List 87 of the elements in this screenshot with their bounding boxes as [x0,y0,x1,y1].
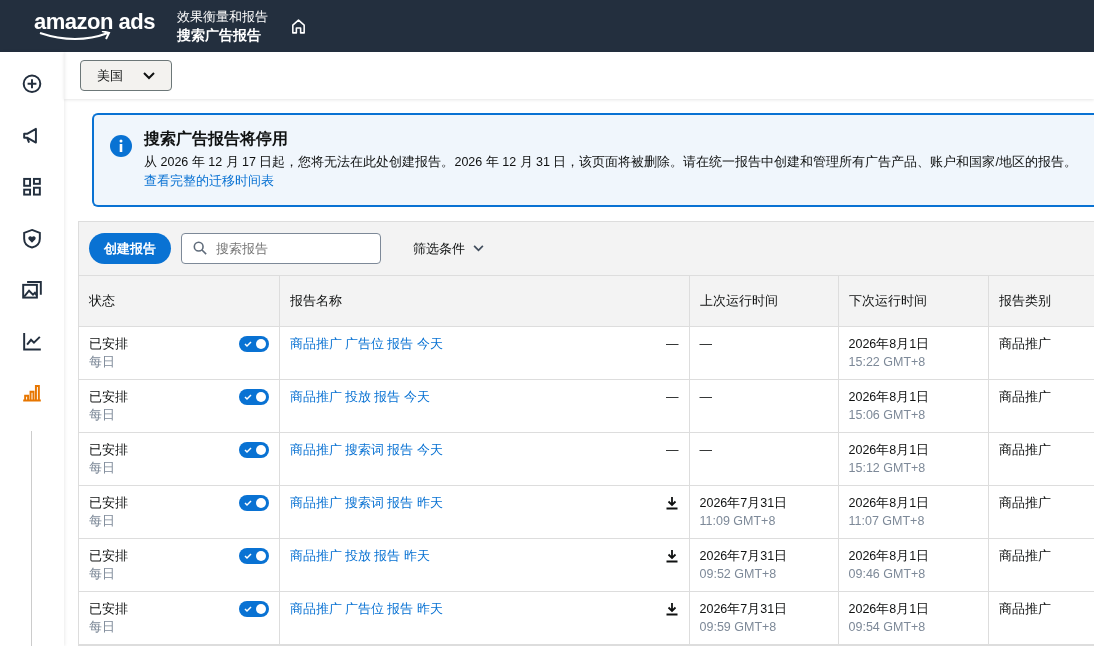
toggle-switch[interactable] [238,495,269,511]
frequency-text: 每日 [89,619,116,636]
next-run-time: 15:12 GMT+8 [848,460,927,477]
next-run-date: 2026年8月1日 [848,336,931,353]
last-run-time: 09:52 GMT+8 [699,566,778,583]
check-icon [243,446,252,454]
last-run-date: 2026年7月31日 [699,495,789,512]
report-name-link[interactable]: 商品推广 投放 报告 今天 [289,388,430,406]
check-icon [243,340,252,348]
next-run-date: 2026年8月1日 [848,389,931,406]
toggle-switch[interactable] [238,389,269,405]
home-icon[interactable] [289,17,307,35]
status-text: 已安排 [89,389,128,406]
toggle-switch[interactable] [238,442,269,458]
status-text: 已安排 [89,548,128,565]
download-icon[interactable] [664,496,679,510]
next-run-date: 2026年8月1日 [848,548,931,565]
chevron-down-icon [143,71,155,80]
frequency-text: 每日 [89,407,116,424]
page-title: 搜索广告报告 [176,27,262,43]
category-text: 商品推广 [998,390,1051,404]
images-icon[interactable] [20,278,44,302]
check-icon [243,605,252,613]
frequency-text: 每日 [89,460,116,477]
next-run-date: 2026年8月1日 [848,601,931,618]
report-name-link[interactable]: 商品推广 搜索词 报告 今天 [289,441,443,459]
next-run-time: 09:54 GMT+8 [848,619,927,636]
search-icon [193,241,207,255]
check-icon [243,393,252,401]
next-run-time: 15:22 GMT+8 [848,354,927,371]
alert-message: 从 2026 年 12 月 17 日起，您将无法在此处创建报告。2026 年 12 月 31 日，该页面将被删除。请在统一报告中创建和管理所有广告产品、账户和国家/地区的报告。 [144,154,1077,171]
timeline-link[interactable]: 查看完整的迁移时间表 [144,173,1077,189]
report-name-link[interactable]: 商品推广 投放 报告 昨天 [289,547,430,565]
column-header[interactable]: 报告类别 [988,276,1094,327]
column-header[interactable]: 报告名称 [279,276,689,327]
category-text: 商品推广 [998,496,1051,510]
last-run-date: — [699,336,713,353]
frequency-text: 每日 [89,354,116,371]
country-dropdown[interactable]: 美国 [80,60,172,91]
grid-icon[interactable] [20,175,44,199]
create-report-button[interactable]: 创建报告 [89,233,171,264]
download-icon[interactable] [664,602,679,616]
column-header[interactable]: 状态 [79,276,279,327]
check-icon [243,499,252,507]
last-run-date: — [699,442,713,459]
category-text: 商品推广 [998,602,1051,616]
status-text: 已安排 [89,442,128,459]
info-icon [110,135,132,157]
plus-circle-icon[interactable] [20,72,44,96]
toggle-switch[interactable] [238,336,269,352]
next-run-time: 09:46 GMT+8 [848,566,927,583]
status-text: 已安排 [89,336,128,353]
download-icon[interactable] [664,549,679,563]
alert-title: 搜索广告报告将停用 [144,129,289,149]
next-run-date: 2026年8月1日 [848,442,931,459]
category-text: 商品推广 [998,549,1051,563]
column-header[interactable]: 上次运行时间 [689,276,838,327]
filter-dropdown[interactable]: 筛选条件 [407,238,490,259]
breadcrumb-link[interactable]: 效果衡量和报告 [176,9,268,25]
next-run-time: 15:06 GMT+8 [848,407,927,424]
last-run-date: 2026年7月31日 [699,548,789,565]
logo[interactable]: amazon ads [34,11,155,33]
shield-icon[interactable] [20,226,44,250]
check-icon [243,552,252,560]
report-name-link[interactable]: 商品推广 广告位 报告 今天 [289,335,443,353]
frequency-text: 每日 [89,566,116,583]
column-header[interactable]: 下次运行时间 [838,276,988,327]
next-run-time: 11:07 GMT+8 [848,513,926,530]
dash-text: — [666,389,679,406]
dash-text: — [666,442,679,459]
report-name-link[interactable]: 商品推广 广告位 报告 昨天 [289,600,443,618]
status-text: 已安排 [89,495,128,512]
toggle-switch[interactable] [238,548,269,564]
category-text: 商品推广 [998,337,1051,351]
status-text: 已安排 [89,601,128,618]
last-run-date: — [699,389,713,406]
next-run-date: 2026年8月1日 [848,495,931,512]
dash-text: — [666,336,679,353]
last-run-time: 11:09 GMT+8 [699,513,777,530]
chevron-down-icon [473,245,484,252]
search-field[interactable]: 搜索报告 [181,233,381,264]
last-run-date: 2026年7月31日 [699,601,789,618]
toggle-switch[interactable] [238,601,269,617]
frequency-text: 每日 [89,513,116,530]
report-name-link[interactable]: 商品推广 搜索词 报告 昨天 [289,494,443,512]
category-text: 商品推广 [998,443,1051,457]
last-run-time: 09:59 GMT+8 [699,619,778,636]
